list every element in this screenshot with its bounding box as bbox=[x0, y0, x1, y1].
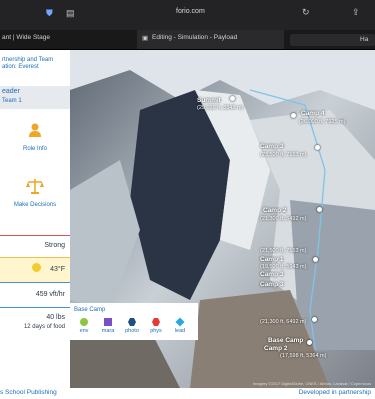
summit-elevation: (29,028 ft, 8848 m) bbox=[197, 105, 244, 111]
tab-wide-stage[interactable]: ant | Wide Stage bbox=[2, 34, 50, 41]
camp3-elevation: (23,500 ft, 7163 m) bbox=[260, 152, 307, 158]
sidebar: rtnership and Team ation: Everest eader … bbox=[0, 50, 70, 388]
sim-title-line2: ation: Everest bbox=[2, 64, 39, 70]
base-camp-label: Base Camp bbox=[268, 337, 304, 344]
mara-icon bbox=[104, 318, 112, 326]
reload-icon[interactable]: ↻ bbox=[302, 7, 310, 18]
camp2-label: Camp 2 bbox=[263, 207, 287, 214]
legend-item-phys[interactable]: phys bbox=[146, 318, 166, 334]
tab-right[interactable]: Ha bbox=[290, 34, 375, 46]
summit-label: Summit bbox=[197, 97, 221, 104]
legend-label-mara: mara bbox=[101, 328, 115, 334]
base-camp-elevation: (17,598 ft, 5364 m) bbox=[280, 353, 327, 359]
lead-icon bbox=[175, 317, 185, 327]
tab-active-label: Editing - Simulation - Payload bbox=[152, 34, 238, 41]
shield-icon[interactable]: ⛊ bbox=[46, 8, 53, 19]
food-days: 12 days of food bbox=[23, 324, 65, 330]
env-icon bbox=[80, 318, 88, 326]
camp2b-elevation: (21,300 ft, 6492 m) bbox=[260, 319, 307, 325]
legend-item-env[interactable]: env bbox=[74, 318, 94, 334]
base-camp-camp2-label: Camp 2 bbox=[264, 345, 288, 352]
speed-value: 459 vft/hr bbox=[35, 291, 65, 298]
tab-right-label: Ha bbox=[360, 36, 369, 43]
camp4-elevation: (26,000 ft, 7925 m) bbox=[299, 119, 346, 125]
sim-title-line1: rtnership and Team bbox=[2, 57, 54, 63]
camp2b-marker[interactable] bbox=[312, 317, 317, 322]
legend-title: Base Camp bbox=[74, 307, 106, 313]
stacked-camp3-label-a: Camp 3 bbox=[260, 271, 284, 278]
role-info-label: Role Info bbox=[22, 146, 47, 152]
page-footer: s School Publishing Developed in partner… bbox=[0, 388, 375, 399]
speed-stat: 459 vft/hr bbox=[0, 282, 70, 307]
legend-label-photo: photo bbox=[125, 328, 139, 334]
temperature-value: 43°F bbox=[50, 266, 65, 273]
scales-icon bbox=[26, 179, 44, 194]
stacked-camp1-label: Camp 1 bbox=[260, 256, 284, 263]
team-name: Team 1 bbox=[2, 98, 22, 104]
stacked-elevation-1: (21,500 ft, 7163 m) bbox=[260, 248, 307, 254]
legend-item-lead[interactable]: lead bbox=[170, 317, 190, 334]
phys-icon bbox=[152, 318, 160, 326]
tab-editing-active[interactable]: ▣ Editing - Simulation - Payload bbox=[137, 30, 284, 49]
address-bar[interactable]: forio.com bbox=[176, 8, 205, 15]
summit-marker[interactable] bbox=[230, 96, 235, 101]
food-stat: 40 lbs 12 days of food bbox=[0, 307, 70, 338]
publisher-link[interactable]: s School Publishing bbox=[0, 389, 57, 396]
strength-value: Strong bbox=[44, 242, 65, 249]
reader-icon[interactable]: ▤ bbox=[66, 8, 75, 19]
camp4-marker[interactable] bbox=[291, 113, 296, 118]
photo-icon bbox=[128, 318, 136, 326]
temperature-stat: 43°F bbox=[0, 257, 70, 282]
stacked-camp3-label-b: Camp 3 bbox=[260, 281, 284, 288]
stacked-elevation-2: (19,500 ft, 5943 m) bbox=[260, 264, 307, 270]
camp1-marker[interactable] bbox=[313, 257, 318, 262]
role-info-button[interactable]: Role Info bbox=[0, 122, 70, 152]
camp3-label: Camp 3 bbox=[260, 143, 284, 150]
food-weight: 40 lbs bbox=[46, 314, 65, 321]
role-title: eader bbox=[2, 88, 20, 95]
browser-toolbar: ⛊ ▤ forio.com ↻ ⇪ bbox=[0, 0, 375, 31]
sun-icon bbox=[32, 263, 41, 272]
map-attribution: Imagery ©2017 DigitalGlobe, CNES / Airbu… bbox=[252, 381, 371, 386]
make-decisions-label: Make Decisions bbox=[13, 202, 57, 208]
camp3-marker[interactable] bbox=[315, 145, 320, 150]
tab-icon: ▣ bbox=[142, 35, 149, 42]
legend-label-env: env bbox=[79, 328, 89, 334]
strength-stat: Strong bbox=[0, 235, 70, 258]
base-camp-legend: Base Camp env mara photo phys lead bbox=[70, 303, 198, 340]
base-camp-marker[interactable] bbox=[307, 340, 312, 345]
make-decisions-button[interactable]: Make Decisions bbox=[0, 178, 70, 208]
partnership-link[interactable]: Developed in partnership bbox=[299, 389, 371, 396]
camp4-label: Camp 4 bbox=[301, 110, 325, 117]
role-header: eader Team 1 bbox=[0, 86, 70, 109]
camp2-elevation: (21,300 ft, 6492 m) bbox=[260, 216, 307, 222]
legend-item-mara[interactable]: mara bbox=[98, 318, 118, 334]
person-icon bbox=[29, 123, 41, 137]
legend-label-phys: phys bbox=[150, 328, 162, 334]
tab-bar: ant | Wide Stage ▣ Editing - Simulation … bbox=[0, 30, 375, 50]
legend-item-photo[interactable]: photo bbox=[122, 318, 142, 334]
share-icon[interactable]: ⇪ bbox=[352, 7, 360, 18]
camp2-marker[interactable] bbox=[317, 207, 322, 212]
legend-label-lead: lead bbox=[174, 328, 186, 334]
